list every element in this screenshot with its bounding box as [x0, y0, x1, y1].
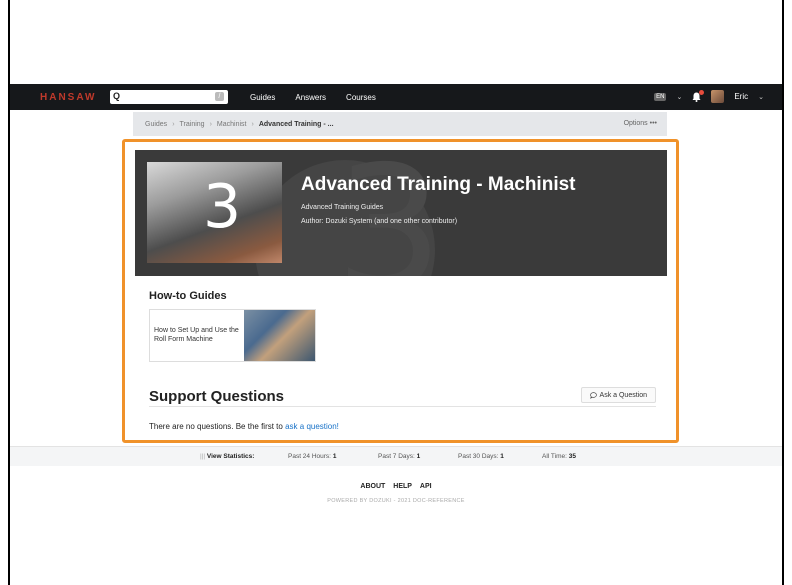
chevron-right-icon: › [172, 120, 175, 128]
language-selector[interactable]: EN [654, 92, 667, 101]
breadcrumb-item-training[interactable]: Training [180, 121, 205, 128]
stat-all-time: All Time: 35 [542, 453, 576, 460]
search-icon: Q [113, 91, 121, 101]
stat-value: 35 [568, 453, 576, 460]
guide-card-image [244, 310, 315, 361]
stat-label: Past 7 Days: [378, 453, 415, 460]
breadcrumb-item-guides[interactable]: Guides [145, 121, 167, 128]
chevron-right-icon: › [251, 120, 254, 128]
stat-value: 1 [416, 453, 421, 460]
footer-link-help[interactable]: HELP [393, 483, 412, 490]
breadcrumb-item-current: Advanced Training - ... [258, 120, 334, 128]
highlighted-category-panel: 3 3 Advanced Training - Machinist Advanc… [122, 139, 679, 443]
notification-dot [699, 89, 705, 95]
page-title: Advanced Training - Machinist [301, 174, 576, 195]
user-name[interactable]: Eric [734, 92, 748, 101]
stat-past-30-days: Past 30 Days: 1 [458, 453, 504, 460]
more-icon: ••• [649, 120, 657, 127]
footer-link-api[interactable]: API [420, 483, 432, 490]
powered-by-text: POWERED BY DOZUKI - 2021 DOC-REFERENCE [327, 498, 465, 504]
top-nav: HANSAW Q / Guides Answers Courses EN ⌄ E… [10, 84, 782, 110]
options-menu[interactable]: Options ••• [624, 120, 657, 127]
category-author: Author: Dozuki System (and one other con… [301, 218, 458, 225]
footer-links: ABOUT HELP API [0, 483, 792, 490]
search-input[interactable]: Q / [110, 90, 228, 104]
stat-past-7-days: Past 7 Days: 1 [378, 453, 420, 460]
breadcrumb: Guides › Training › Machinist › Advanced… [133, 112, 667, 136]
brand-logo[interactable]: HANSAW [40, 92, 102, 103]
category-subtitle: Advanced Training Guides [301, 204, 384, 211]
view-statistics-text: View Statistics: [206, 453, 255, 460]
category-hero: 3 3 Advanced Training - Machinist Advanc… [135, 150, 667, 276]
chevron-right-icon: › [209, 120, 212, 128]
guide-card-title: How to Set Up and Use the Roll Form Mach… [154, 327, 239, 343]
stat-label: Past 30 Days: [458, 453, 499, 460]
category-thumbnail: 3 [147, 162, 282, 263]
options-label: Options [623, 120, 648, 127]
avatar[interactable] [711, 90, 725, 103]
speech-bubble-icon [589, 391, 597, 399]
stat-value: 1 [500, 453, 504, 460]
chevron-down-icon[interactable]: ⌄ [676, 93, 682, 101]
nav-link-courses[interactable]: Courses [346, 93, 376, 102]
how-to-guides-heading: How-to Guides [149, 290, 227, 302]
no-questions-message: There are no questions. Be the first to … [149, 422, 339, 431]
nav-link-answers[interactable]: Answers [295, 93, 326, 102]
stat-value: 1 [332, 453, 337, 460]
stat-label: All Time: [542, 453, 567, 460]
stat-label: Past 24 Hours: [288, 453, 331, 460]
divider [149, 406, 656, 407]
hero-background-number: 3 [335, 150, 444, 276]
ask-question-button[interactable]: Ask a Question [580, 387, 656, 403]
breadcrumb-item-machinist[interactable]: Machinist [217, 121, 247, 128]
nav-link-guides[interactable]: Guides [250, 93, 275, 102]
ask-question-link[interactable]: ask a question! [285, 422, 339, 431]
no-questions-text: There are no questions. Be the first to [149, 422, 283, 431]
arrow-right-icon[interactable]: → [259, 393, 269, 404]
notification-bell-icon[interactable] [692, 89, 705, 102]
view-statistics-bar: ||| View Statistics: Past 24 Hours: 1 Pa… [10, 446, 782, 466]
chart-icon: ||| [200, 453, 206, 460]
stat-past-24-hours: Past 24 Hours: 1 [288, 453, 336, 460]
nav-right: EN ⌄ Eric ⌄ [654, 89, 764, 103]
footer-link-about[interactable]: ABOUT [360, 483, 385, 490]
thumbnail-number: 3 [203, 172, 242, 242]
view-statistics-label[interactable]: ||| View Statistics: [200, 453, 254, 460]
search-shortcut-badge: / [215, 92, 224, 101]
ask-question-label: Ask a Question [599, 391, 647, 399]
guide-card[interactable]: How to Set Up and Use the Roll Form Mach… [149, 309, 316, 362]
chevron-down-icon[interactable]: ⌄ [758, 93, 764, 101]
